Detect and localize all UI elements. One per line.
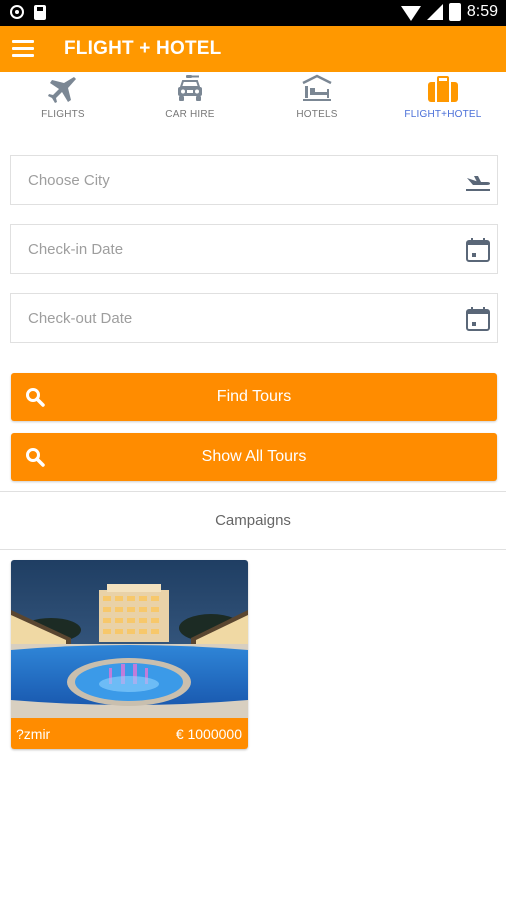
hotel-photo	[11, 560, 248, 718]
page-title: FLIGHT + HOTEL	[64, 38, 222, 59]
suitcase-icon	[428, 76, 458, 102]
checkout-input[interactable]	[11, 294, 451, 342]
status-time: 8:59	[466, 3, 498, 20]
hotel-icon	[302, 74, 332, 101]
tab-flight-hotel-label: FLIGHT+HOTEL	[404, 109, 482, 120]
calendar-icon[interactable]	[465, 306, 491, 332]
find-tours-button[interactable]: Find Tours	[11, 373, 497, 421]
wifi-icon	[400, 5, 421, 21]
city-input[interactable]	[11, 156, 451, 204]
checkout-field	[10, 293, 498, 343]
checkin-input[interactable]	[11, 225, 451, 273]
tab-car-hire-label: CAR HIRE	[165, 109, 215, 120]
airplane-icon	[48, 77, 76, 103]
campaign-card[interactable]: ?zmir € 1000000	[11, 560, 248, 749]
car-icon	[178, 75, 202, 101]
campaigns-heading: Campaigns	[215, 512, 291, 529]
tab-flight-hotel[interactable]: FLIGHT+HOTEL	[388, 72, 498, 126]
category-tabs: FLIGHTS CAR HIRE HOTELS FLIGHT+HOTEL	[0, 72, 506, 126]
sd-card-icon	[34, 5, 46, 20]
divider	[0, 549, 506, 550]
signal-icon	[426, 4, 443, 20]
status-left-icons	[10, 5, 46, 20]
campaign-price: € 1000000	[175, 726, 242, 742]
campaign-card-footer: ?zmir € 1000000	[11, 718, 248, 749]
status-bar: 8:59	[0, 0, 506, 26]
show-all-tours-button[interactable]: Show All Tours	[11, 433, 497, 481]
notification-circle-icon	[10, 5, 24, 19]
battery-icon	[448, 3, 461, 21]
tab-hotels[interactable]: HOTELS	[262, 72, 372, 126]
status-right-icons: 8:59	[400, 3, 498, 21]
city-field	[10, 155, 498, 205]
hamburger-menu-icon[interactable]	[12, 40, 34, 58]
calendar-icon[interactable]	[465, 237, 491, 263]
airplane-landing-icon[interactable]	[465, 168, 491, 194]
tab-car-hire[interactable]: CAR HIRE	[135, 72, 245, 126]
show-all-tours-label: Show All Tours	[201, 448, 307, 465]
find-tours-label: Find Tours	[216, 388, 292, 405]
checkin-field	[10, 224, 498, 274]
app-bar: FLIGHT + HOTEL	[0, 26, 506, 72]
tab-flights-label: FLIGHTS	[41, 109, 85, 120]
tab-hotels-label: HOTELS	[296, 109, 338, 120]
tab-flights[interactable]: FLIGHTS	[8, 72, 118, 126]
campaign-city: ?zmir	[16, 726, 51, 742]
divider	[0, 491, 506, 492]
